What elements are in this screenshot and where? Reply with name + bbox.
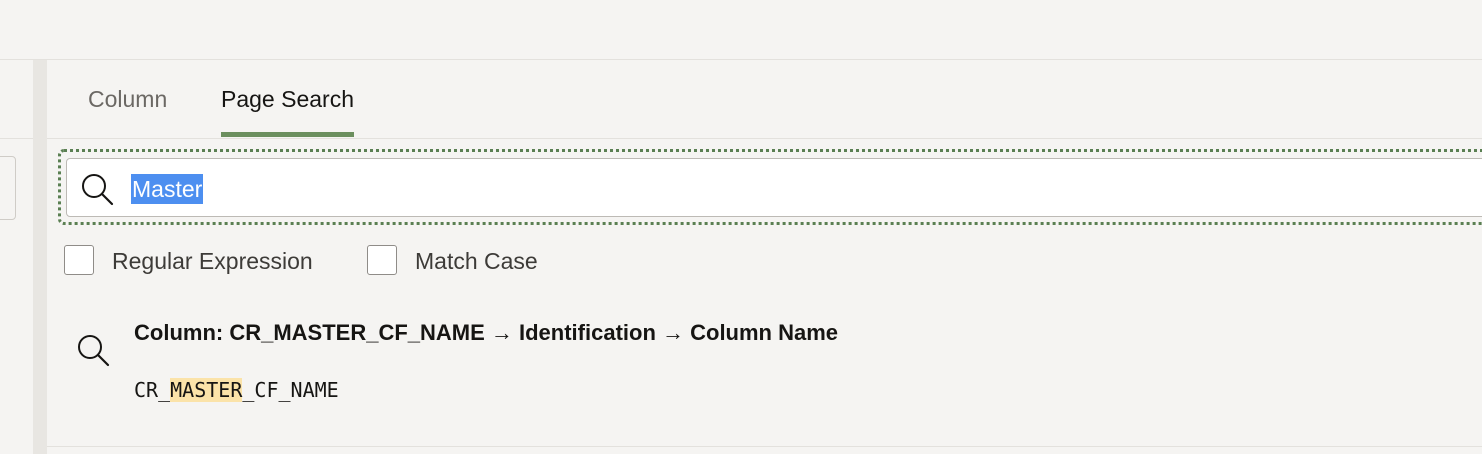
- page-search-panel: Column Page Search Master Regular Expres…: [47, 60, 1482, 454]
- tab-column[interactable]: Column: [88, 86, 167, 113]
- search-input-value[interactable]: Master: [131, 174, 204, 204]
- snippet-suffix: _CF_NAME: [242, 378, 339, 402]
- top-toolbar: [0, 0, 1482, 60]
- left-pane-control[interactable]: [0, 156, 16, 220]
- search-input[interactable]: Master: [66, 158, 1482, 217]
- search-icon: [76, 333, 110, 367]
- active-tab-indicator: [221, 132, 354, 137]
- match-case-label[interactable]: Match Case: [415, 246, 538, 276]
- regular-expression-label[interactable]: Regular Expression: [112, 246, 313, 276]
- match-case-checkbox[interactable]: [367, 245, 397, 275]
- regular-expression-checkbox[interactable]: [64, 245, 94, 275]
- search-result-snippet: CR_MASTER_CF_NAME: [134, 377, 339, 403]
- search-icon: [80, 172, 114, 206]
- left-pane: [0, 60, 33, 454]
- snippet-prefix: CR_: [134, 378, 171, 402]
- search-result-title: Column: CR_MASTER_CF_NAME → Identificati…: [134, 320, 839, 345]
- tab-bar: Column Page Search: [47, 60, 1482, 139]
- left-pane-divider: [0, 138, 33, 139]
- snippet-match-highlight: MASTER: [170, 378, 243, 402]
- pane-splitter[interactable]: [33, 60, 47, 454]
- tab-page-search[interactable]: Page Search: [221, 86, 354, 113]
- search-result-item[interactable]: Column: CR_MASTER_CF_NAME → Identificati…: [47, 300, 1482, 447]
